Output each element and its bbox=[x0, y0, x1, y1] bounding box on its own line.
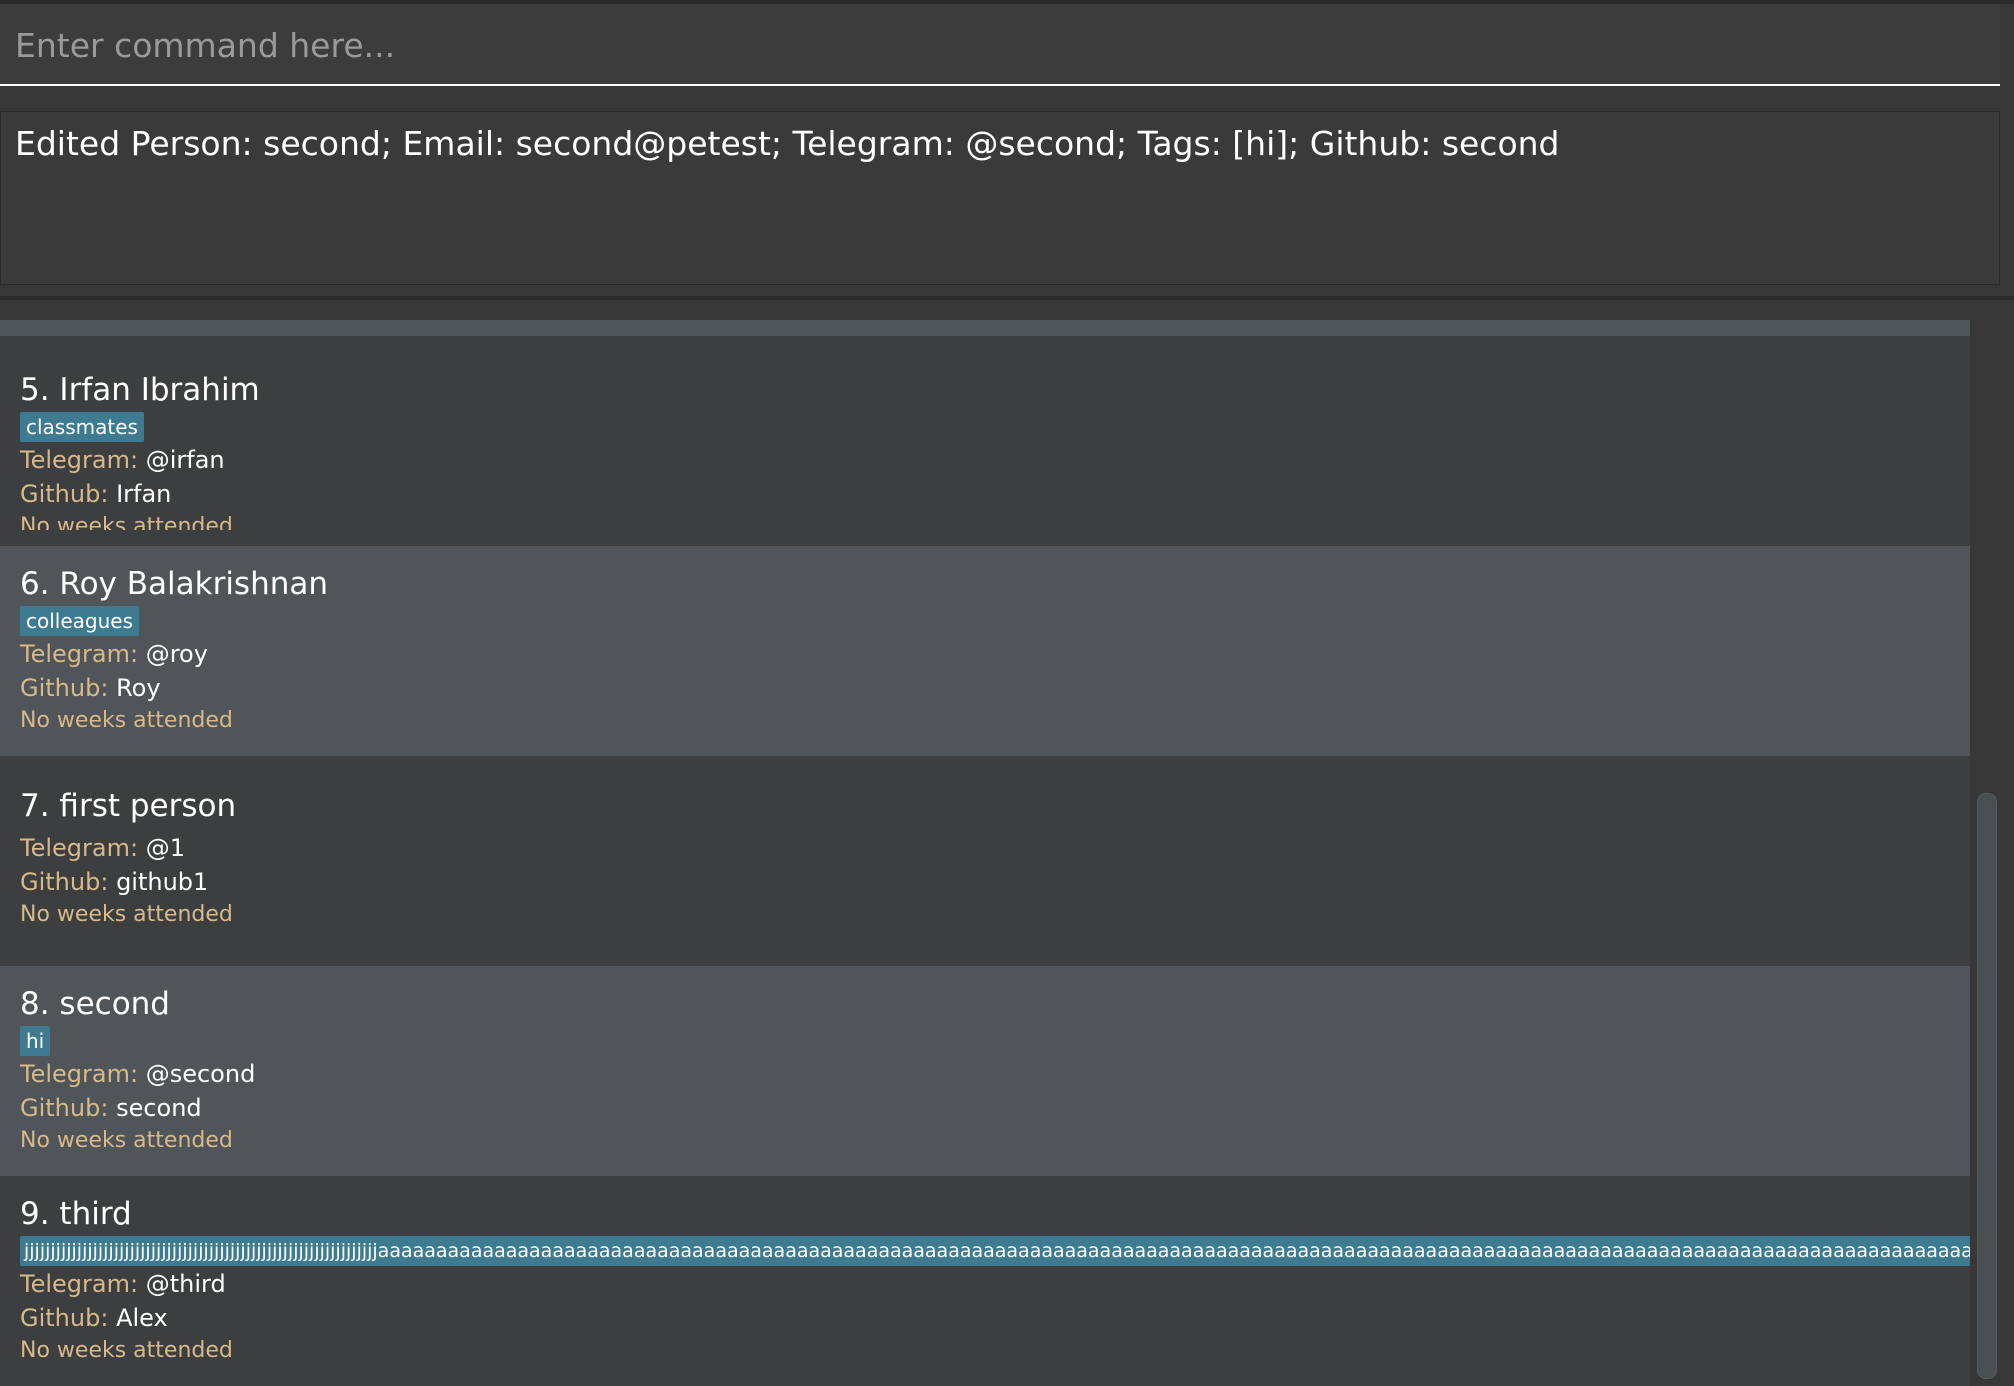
person-tag: colleagues bbox=[20, 606, 140, 636]
person-list[interactable]: 5. Irfan Ibrahim classmates Telegram: @i… bbox=[0, 320, 1970, 1386]
telegram-label: Telegram: bbox=[20, 1270, 139, 1298]
person-card[interactable]: 8. second hi Telegram: @second Github: s… bbox=[0, 966, 1970, 1176]
person-name: 5. Irfan Ibrahim bbox=[20, 372, 260, 408]
person-name: 6. Roy Balakrishnan bbox=[20, 566, 329, 602]
telegram-value: @third bbox=[145, 1270, 226, 1298]
telegram-value: @1 bbox=[145, 834, 185, 862]
result-message: Edited Person: second; Email: second@pet… bbox=[15, 124, 1560, 163]
telegram-field: Telegram: @1 bbox=[20, 834, 185, 862]
telegram-value: @roy bbox=[145, 640, 208, 668]
command-input[interactable] bbox=[13, 4, 1987, 86]
github-label: Github: bbox=[20, 1094, 109, 1122]
github-value: Alex bbox=[116, 1304, 168, 1332]
person-tag: jjjjjjjjjjjjjjjjjjjjjjjjjjjjjjjjjjjjjjjj… bbox=[20, 1236, 1970, 1266]
attendance-text: No weeks attended bbox=[20, 902, 233, 927]
telegram-label: Telegram: bbox=[20, 640, 139, 668]
telegram-label: Telegram: bbox=[20, 1060, 139, 1088]
person-card[interactable]: 9. third jjjjjjjjjjjjjjjjjjjjjjjjjjjjjjj… bbox=[0, 1176, 1970, 1386]
person-card[interactable]: 6. Roy Balakrishnan colleagues Telegram:… bbox=[0, 546, 1970, 756]
spacer bbox=[0, 86, 2014, 110]
command-box[interactable] bbox=[0, 4, 2000, 86]
telegram-value: @second bbox=[145, 1060, 256, 1088]
github-value: github1 bbox=[116, 868, 209, 896]
attendance-text: No weeks attended bbox=[20, 1338, 233, 1363]
github-label: Github: bbox=[20, 480, 109, 508]
github-label: Github: bbox=[20, 674, 109, 702]
attendance-text: No weeks attended bbox=[20, 1128, 233, 1153]
github-field: Github: Irfan bbox=[20, 480, 171, 508]
person-card[interactable]: 7. first person Telegram: @1 Github: git… bbox=[0, 756, 1970, 966]
telegram-label: Telegram: bbox=[20, 834, 139, 862]
list-top-card-edge bbox=[0, 320, 1970, 336]
telegram-field: Telegram: @irfan bbox=[20, 446, 225, 474]
attendance-text: No weeks attended bbox=[20, 514, 233, 530]
telegram-field: Telegram: @second bbox=[20, 1060, 255, 1088]
telegram-label: Telegram: bbox=[20, 446, 139, 474]
telegram-value: @irfan bbox=[145, 446, 225, 474]
person-name: 7. first person bbox=[20, 788, 237, 824]
person-name: 8. second bbox=[20, 986, 170, 1022]
github-value: Irfan bbox=[116, 480, 172, 508]
github-field: Github: github1 bbox=[20, 868, 208, 896]
result-display: Edited Person: second; Email: second@pet… bbox=[0, 111, 2000, 285]
github-field: Github: Alex bbox=[20, 1304, 168, 1332]
attendance-text: No weeks attended bbox=[20, 708, 233, 733]
person-name: 9. third bbox=[20, 1196, 132, 1232]
section-divider bbox=[0, 296, 2014, 300]
github-label: Github: bbox=[20, 868, 109, 896]
telegram-field: Telegram: @roy bbox=[20, 640, 208, 668]
person-tag: classmates bbox=[20, 412, 144, 442]
person-card[interactable]: 5. Irfan Ibrahim classmates Telegram: @i… bbox=[0, 336, 1970, 530]
person-tag: hi bbox=[20, 1026, 51, 1056]
github-value: second bbox=[116, 1094, 202, 1122]
telegram-field: Telegram: @third bbox=[20, 1270, 226, 1298]
github-value: Roy bbox=[116, 674, 161, 702]
github-label: Github: bbox=[20, 1304, 109, 1332]
scrollbar-thumb[interactable] bbox=[1977, 793, 1997, 1379]
github-field: Github: Roy bbox=[20, 674, 161, 702]
github-field: Github: second bbox=[20, 1094, 202, 1122]
